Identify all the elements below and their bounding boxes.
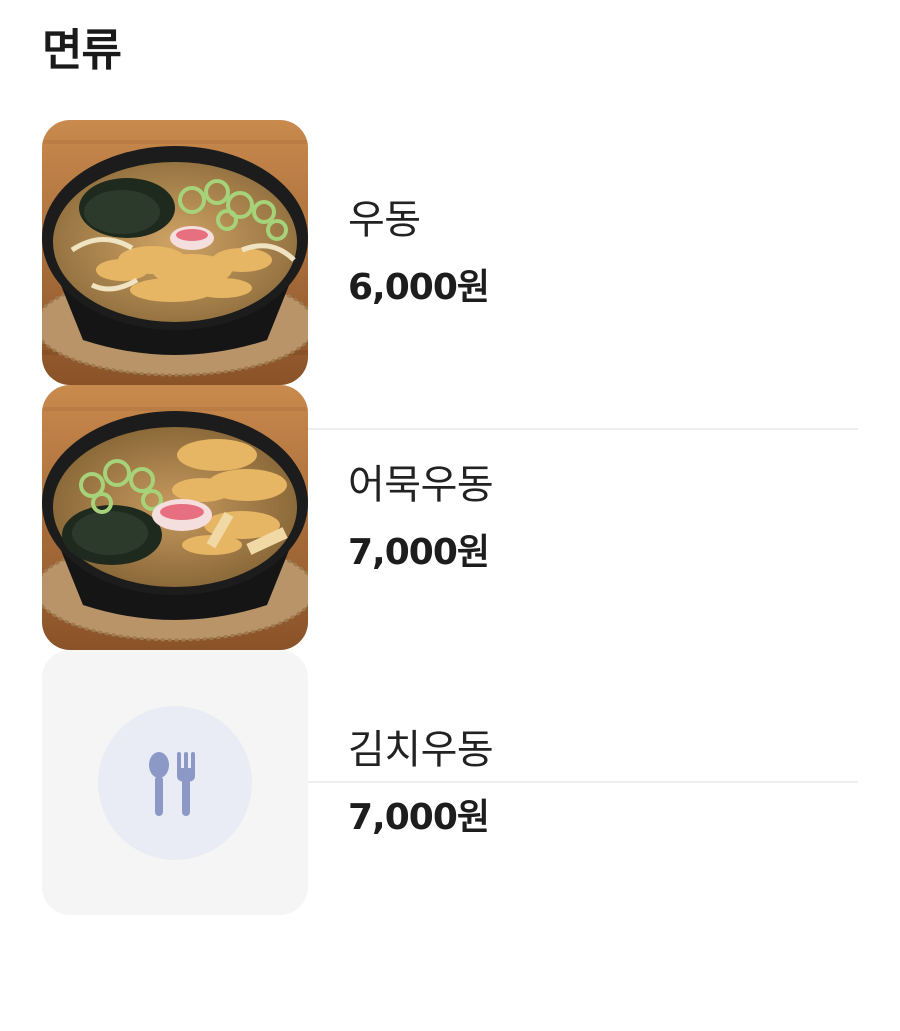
menu-item-eomuk-udon[interactable]: 어묵우동 7,000원 (42, 385, 858, 650)
menu-item-udon[interactable]: 우동 6,000원 (42, 120, 858, 385)
menu-item-info: 어묵우동 7,000원 (348, 385, 494, 650)
menu-item-price: 7,000원 (348, 531, 490, 573)
eomuk-udon-photo (42, 385, 308, 650)
menu-item-info: 김치우동 7,000원 (348, 650, 494, 915)
menu-item-info: 우동 6,000원 (348, 120, 490, 385)
menu-item-name: 어묵우동 (348, 461, 494, 508)
menu-item-price: 7,000원 (348, 796, 490, 838)
menu-item-kimchi-udon[interactable]: 김치우동 7,000원 (42, 650, 858, 915)
utensils-icon (149, 752, 195, 816)
menu-item-name: 우동 (348, 196, 421, 243)
section-title: 면류 (42, 25, 122, 76)
menu-list: 우동 6,000원 어묵우동 7,000원 김치우동 7,000원 (42, 120, 858, 915)
kimchi-udon-placeholder (42, 650, 308, 915)
udon-photo (42, 120, 308, 385)
menu-item-price: 6,000원 (348, 266, 490, 308)
menu-item-name: 김치우동 (348, 726, 494, 773)
